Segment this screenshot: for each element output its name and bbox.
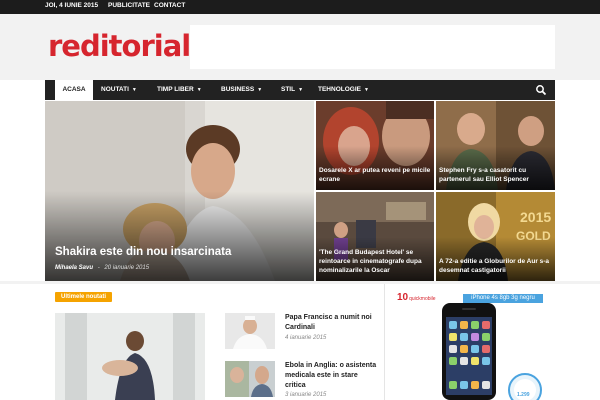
ad-models-strip: iPhone 4s 8gb 3g negru — [463, 294, 543, 303]
news-date-2: 3 ianuarie 2015 — [285, 392, 327, 398]
latest-main-image[interactable] — [55, 313, 205, 400]
nav-item-label: NOUTATI — [101, 86, 129, 93]
chevron-down-icon: ▼ — [196, 87, 202, 93]
ad-brand-name: quickmobile — [409, 296, 436, 302]
meta-separator: - — [97, 265, 100, 271]
search-icon[interactable] — [535, 84, 547, 96]
nav-item-noutati[interactable]: NOUTATI ▼ — [101, 80, 137, 100]
contact-link[interactable]: CONTACT — [154, 2, 185, 9]
top-bar: JOI, 4 IUNIE 2015 PUBLICITATE CONTACT — [0, 0, 600, 14]
tile-2-title[interactable]: Stephen Fry s-a casatorit cu partenerul … — [439, 166, 552, 184]
column-divider — [384, 284, 385, 400]
featured-main-meta: Mihaela Savu - 20 ianuarie 2015 — [55, 265, 149, 271]
nav-item-business[interactable]: BUSINESS ▼ — [221, 80, 262, 100]
news-thumb-2-image — [225, 361, 275, 397]
site-header: reditorial — [0, 14, 600, 80]
news-thumb-1[interactable] — [225, 313, 275, 349]
tile-1-title[interactable]: Dosarele X ar putea reveni pe micile ecr… — [319, 166, 431, 184]
publicitate-link[interactable]: PUBLICITATE — [108, 2, 150, 9]
nav-item-acasa[interactable]: ACASA — [55, 80, 93, 100]
ad-brand: 10quickmobile — [397, 292, 436, 303]
nav-item-label: TEHNOLOGIE — [318, 86, 361, 93]
chevron-down-icon: ▼ — [257, 87, 263, 93]
featured-tile-4[interactable]: 2015 GOLD A 72-a editie a Globurilor de … — [436, 192, 555, 281]
featured-main-title[interactable]: Shakira este din nou insarcinata — [55, 246, 231, 258]
tile-4-title[interactable]: A 72-a editie a Globurilor de Aur s-a de… — [439, 257, 552, 275]
featured-tile-3[interactable]: 'The Grand Budapest Hotel' se reintoarce… — [316, 192, 434, 281]
site-logo[interactable]: reditorial — [48, 28, 191, 64]
nav-item-timp-liber[interactable]: TIMP LIBER ▼ — [157, 80, 202, 100]
list-item[interactable]: Papa Francisc a numit noi Cardinali 4 ia… — [225, 313, 375, 353]
featured-main-author[interactable]: Mihaela Savu — [55, 265, 93, 271]
chevron-down-icon: ▼ — [298, 87, 304, 93]
svg-text:2015: 2015 — [520, 209, 551, 225]
phone-image — [442, 303, 496, 400]
featured-main-date: 20 ianuarie 2015 — [104, 265, 150, 271]
nav-item-label: STIL — [281, 86, 296, 93]
nav-item-tehnologie[interactable]: TEHNOLOGIE ▼ — [318, 80, 369, 100]
news-title-1[interactable]: Papa Francisc a numit noi Cardinali — [285, 313, 377, 333]
chevron-down-icon: ▼ — [131, 87, 137, 93]
nav-item-label: BUSINESS — [221, 86, 255, 93]
news-title-2[interactable]: Ebola in Anglia: o asistenta medicala es… — [285, 361, 377, 391]
tile-3-title[interactable]: 'The Grand Budapest Hotel' se reintoarce… — [319, 248, 431, 275]
ad-brand-number: 10 — [397, 292, 409, 303]
header-ad-banner[interactable] — [190, 25, 555, 69]
news-date-1: 4 ianuarie 2015 — [285, 335, 327, 341]
main-nav: ACASA NOUTATI ▼ TIMP LIBER ▼ BUSINESS ▼ STI… — [45, 80, 555, 100]
news-thumb-1-image — [225, 313, 275, 349]
chevron-down-icon: ▼ — [363, 87, 369, 93]
current-date: JOI, 4 IUNIE 2015 — [45, 2, 99, 9]
featured-main-article[interactable]: Shakira este din nou insarcinata Mihaela… — [45, 101, 314, 281]
ad-price: 1.299 — [517, 392, 530, 398]
latest-main-photo — [55, 313, 205, 400]
featured-tile-2[interactable]: Stephen Fry s-a casatorit cu partenerul … — [436, 101, 555, 190]
list-item[interactable]: Ebola in Anglia: o asistenta medicala es… — [225, 361, 377, 400]
news-thumb-2[interactable] — [225, 361, 275, 397]
nav-item-label: ACASA — [62, 86, 86, 93]
featured-tile-1[interactable]: Dosarele X ar putea reveni pe micile ecr… — [316, 101, 434, 190]
nav-item-label: TIMP LIBER — [157, 86, 194, 93]
latest-news-badge: Ultimele noutati — [55, 292, 113, 302]
nav-item-stil[interactable]: STIL ▼ — [281, 80, 303, 100]
